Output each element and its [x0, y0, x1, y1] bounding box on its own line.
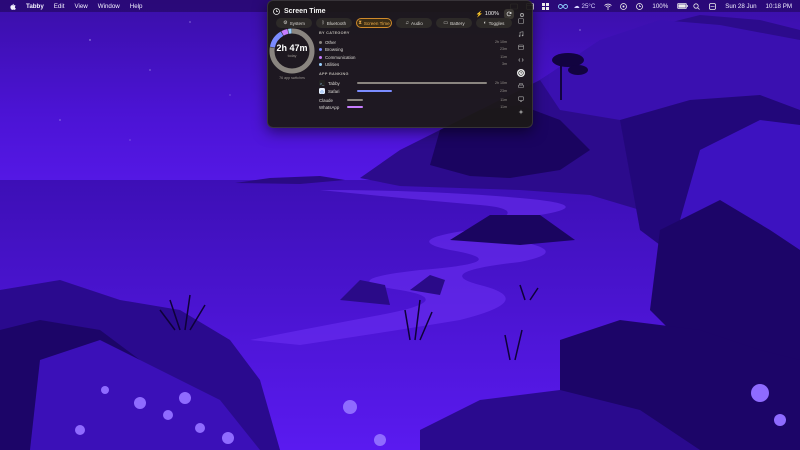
menu-window[interactable]: Window [98, 3, 120, 10]
clock-nav-icon[interactable] [517, 69, 525, 77]
app-value: 2h 10m [495, 81, 507, 85]
dashboard-icon[interactable] [517, 17, 525, 25]
app-label: Safari [328, 88, 340, 94]
category-dot [319, 41, 322, 44]
menu-view[interactable]: View [74, 3, 87, 10]
printer-icon[interactable] [517, 82, 525, 90]
siri-icon[interactable] [709, 2, 717, 10]
app-label: Claude [319, 97, 333, 103]
sparkle-icon[interactable] [517, 108, 525, 116]
tab-screen-time[interactable]: ⧗ Screen Time [356, 18, 392, 28]
app-value: 11m [500, 98, 507, 102]
category-row-utilities: Utilities 3m [319, 61, 507, 68]
time-label[interactable]: 10:18 PM [766, 3, 792, 10]
panel-title: Screen Time [284, 7, 326, 15]
apple-logo-icon[interactable] [9, 3, 16, 10]
bolt-icon: ⚡ [475, 11, 483, 18]
category-dot [319, 48, 322, 51]
app-menu-title[interactable]: Tabby [26, 3, 44, 10]
category-dot [319, 56, 322, 59]
menu-edit[interactable]: Edit [54, 3, 65, 10]
app-switches-label: 76 app switches [279, 76, 305, 80]
app-row-tabby[interactable]: >_ Tabby 2h 10m [319, 79, 507, 87]
app-usage-bar [347, 106, 363, 108]
app-value: 23m [500, 89, 507, 93]
temperature-label: 25°C [581, 2, 596, 10]
clock-status-icon[interactable] [636, 2, 644, 10]
today-label: today [287, 54, 297, 58]
weather-readout[interactable]: ☁ 25°C [574, 3, 596, 10]
headphones-icon: ♫ [405, 20, 409, 26]
by-category-heading: BY CATEGORY [319, 31, 350, 35]
panel-header: Screen Time ⚡ 100% [273, 5, 527, 19]
wifi-icon[interactable] [604, 3, 613, 10]
panel-battery: ⚡ 100% [475, 11, 499, 18]
safari-app-icon: ◎ [319, 88, 325, 94]
infinity-icon[interactable] [557, 3, 568, 10]
app-ranking-heading: APP RANKING [319, 72, 349, 76]
app-value: 11m [500, 105, 507, 109]
calendar-icon[interactable] [517, 43, 525, 51]
category-row-other: Other 2h 10m [319, 39, 507, 46]
tab-audio[interactable]: ♫ Audio [396, 18, 432, 28]
app-usage-bar [357, 82, 487, 84]
app-label: WhatsApp [319, 104, 340, 110]
date-label[interactable]: Sun 28 Jun [725, 3, 756, 10]
category-value: 2h 10m [495, 40, 507, 44]
music-icon[interactable] [517, 30, 525, 38]
app-usage-bar [347, 99, 363, 101]
tabby-app-icon: >_ [319, 80, 325, 86]
panel-sidebar [515, 17, 527, 116]
panel-battery-value: 100% [484, 11, 499, 17]
category-label: Browsing [325, 47, 344, 52]
menu-help[interactable]: Help [130, 3, 143, 10]
tab-bluetooth[interactable]: ᛒ Bluetooth [316, 18, 352, 28]
category-label: Other [325, 40, 336, 45]
hourglass-icon: ⧗ [358, 20, 362, 26]
tab-toggles[interactable]: ◐ Toggles [476, 18, 512, 28]
category-label: Communication [325, 55, 356, 60]
battery-icon[interactable] [677, 2, 689, 10]
display-icon[interactable] [517, 95, 525, 103]
category-value: 3m [502, 62, 507, 66]
search-icon[interactable] [693, 2, 700, 10]
refresh-icon [506, 11, 512, 17]
app-row-whatsapp[interactable]: WhatsApp 11m [319, 103, 507, 111]
battery-icon: ▭ [443, 20, 449, 26]
grid-status-icon[interactable] [541, 2, 549, 10]
usage-donut: 2h 47m today [267, 26, 317, 76]
category-value: 11m [500, 55, 507, 59]
total-screen-time: 2h 47m [276, 43, 308, 53]
cloud-icon: ☁ [573, 2, 580, 10]
toggle-icon: ◐ [483, 20, 487, 26]
bluetooth-icon: ᛒ [321, 20, 325, 26]
category-dot [319, 63, 322, 66]
code-icon[interactable] [517, 56, 525, 64]
category-row-communication: Communication 11m [319, 54, 507, 61]
category-value: 23m [500, 47, 507, 51]
tab-battery[interactable]: ▭ Battery [436, 18, 472, 28]
battery-percent[interactable]: 100% [652, 3, 668, 10]
app-usage-bar [357, 90, 393, 92]
app-label: Tabby [328, 80, 340, 86]
control-center-icon[interactable] [620, 2, 628, 10]
app-row-safari[interactable]: ◎ Safari 23m [319, 87, 507, 95]
category-label: Utilities [325, 62, 340, 67]
category-row-browsing: Browsing 23m [319, 46, 507, 53]
